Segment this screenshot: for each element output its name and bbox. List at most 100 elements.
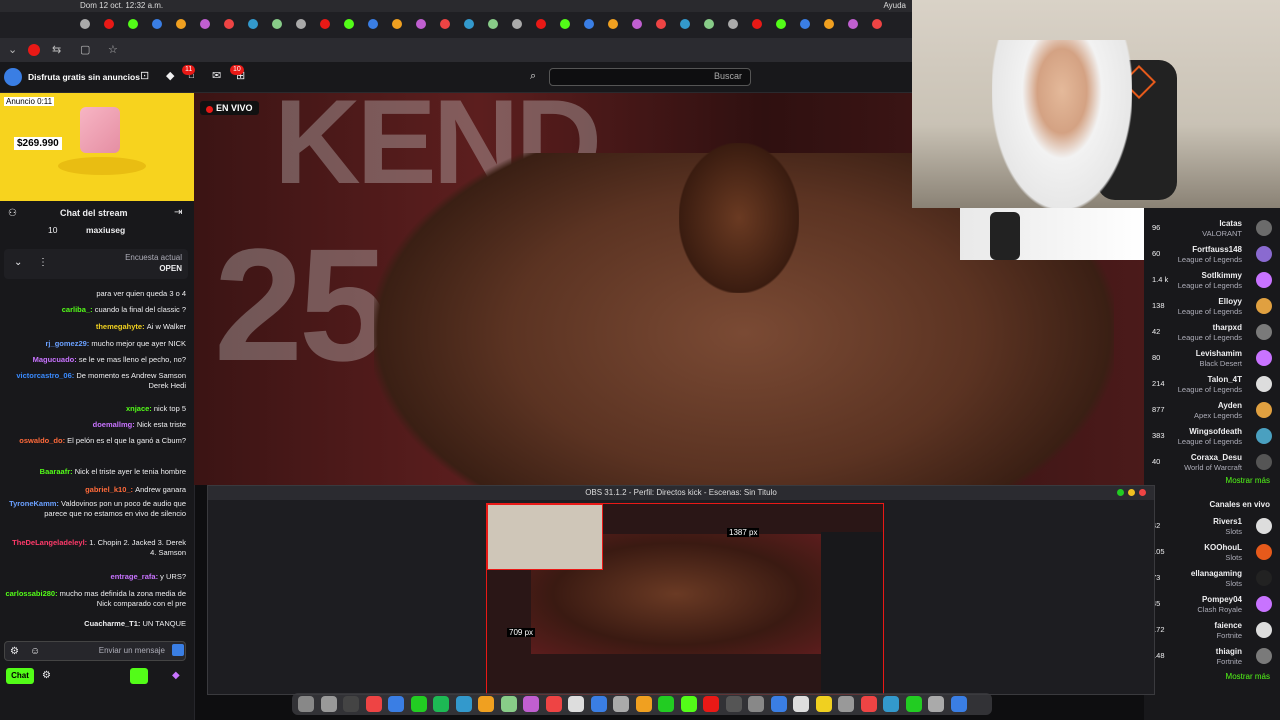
browser-tab[interactable] <box>392 19 402 29</box>
channel-item[interactable]: 60 Fortfauss148 League of Legends <box>1144 242 1280 268</box>
browser-tab[interactable] <box>728 19 738 29</box>
chat-username[interactable]: oswaldo_do: <box>19 436 67 445</box>
chat-username[interactable]: themegahyte: <box>96 322 147 331</box>
chat-username[interactable]: entrage_rafa: <box>111 572 161 581</box>
obs-title[interactable]: OBS 31.1.2 - Perfil: Directos kick - Esc… <box>208 486 1154 500</box>
more-icon[interactable]: ⋮ <box>38 257 48 268</box>
dock-app-icon[interactable] <box>298 696 314 712</box>
channel-item[interactable]: 105 KOOhouL Slots <box>1144 540 1280 566</box>
dock-app-icon[interactable] <box>613 696 629 712</box>
obs-webcam-source[interactable] <box>487 504 603 570</box>
channel-item[interactable]: 877 Ayden Apex Legends <box>1144 398 1280 424</box>
chevron-down-icon[interactable]: ⌄ <box>14 257 22 268</box>
emote-icon[interactable]: ☺ <box>30 646 40 657</box>
channel-item[interactable]: 138 Elloyy League of Legends <box>1144 294 1280 320</box>
dock-app-icon[interactable] <box>478 696 494 712</box>
settings-icon[interactable]: ⚙ <box>10 646 19 657</box>
search-input[interactable]: Buscar <box>549 68 751 86</box>
browser-tab[interactable] <box>176 19 186 29</box>
browser-tab[interactable] <box>656 19 666 29</box>
ad-banner[interactable]: Anuncio 0:11 $269.990 <box>0 93 194 201</box>
channel-item[interactable]: 40 Coraxa_Desu World of Warcraft <box>1144 450 1280 476</box>
search-icon[interactable]: ⌕ <box>530 70 546 86</box>
browser-tab[interactable] <box>416 19 426 29</box>
dock-app-icon[interactable] <box>793 696 809 712</box>
ad-free-promo[interactable]: Disfruta gratis sin anuncios <box>28 69 140 85</box>
channel-item[interactable]: 96 lcatas VALORANT <box>1144 216 1280 242</box>
chat-username[interactable]: carliba_: <box>62 305 95 314</box>
browser-tab[interactable] <box>104 19 114 29</box>
browser-tab[interactable] <box>368 19 378 29</box>
chat-username[interactable]: doemallmg: <box>93 420 137 429</box>
dock-app-icon[interactable] <box>725 696 742 712</box>
dock-app-icon[interactable] <box>365 696 382 712</box>
browser-tab[interactable] <box>608 19 618 29</box>
dock-app-icon[interactable] <box>568 696 584 712</box>
ad-icon[interactable]: ⊡ <box>140 69 149 82</box>
channel-item[interactable]: 214 Talon_4T League of Legends <box>1144 372 1280 398</box>
browser-tab[interactable] <box>272 19 282 29</box>
channel-item[interactable]: 73 ellanagaming Slots <box>1144 566 1280 592</box>
show-more-link[interactable]: Mostrar más <box>1226 476 1270 485</box>
dock-app-icon[interactable] <box>320 696 337 712</box>
dock-app-icon[interactable] <box>590 696 607 712</box>
poll-card[interactable]: ⌄ ⋮ Encuesta actual OPEN <box>4 249 188 279</box>
channel-item[interactable]: 42 tharpxd League of Legends <box>1144 320 1280 346</box>
dock-app-icon[interactable] <box>658 696 674 712</box>
browser-tab[interactable] <box>632 19 642 29</box>
dock-app-icon[interactable] <box>950 696 967 712</box>
chat-username[interactable]: TyroneKamm: <box>9 499 61 508</box>
browser-tab[interactable] <box>344 19 354 29</box>
dock-app-icon[interactable] <box>545 696 562 712</box>
close-button[interactable] <box>1139 489 1146 496</box>
browser-tab[interactable] <box>488 19 498 29</box>
browser-tab[interactable] <box>584 19 594 29</box>
inbox-icon[interactable]: ✉ <box>212 69 221 82</box>
profile-icon[interactable] <box>28 44 40 56</box>
browser-tab[interactable] <box>224 19 234 29</box>
browser-tab[interactable] <box>560 19 570 29</box>
show-more-live-link[interactable]: Mostrar más <box>1226 672 1270 681</box>
browser-tab[interactable] <box>752 19 762 29</box>
dock-app-icon[interactable] <box>388 696 404 712</box>
dock-app-icon[interactable] <box>523 696 539 712</box>
chat-username[interactable]: carlossabi280: <box>5 589 59 598</box>
browser-tab[interactable] <box>128 19 138 29</box>
dock-app-icon[interactable] <box>410 696 427 712</box>
channel-item[interactable]: 172 faience Fortnite <box>1144 618 1280 644</box>
diamond-icon[interactable]: ◆ <box>166 69 174 82</box>
dock-app-icon[interactable] <box>770 696 787 712</box>
menu-help[interactable]: Ayuda <box>883 1 906 10</box>
zoom-button[interactable] <box>1117 489 1124 496</box>
browser-tab[interactable] <box>512 19 522 29</box>
obs-chat-source[interactable] <box>821 532 883 694</box>
points-icon[interactable]: ◆ <box>172 670 180 681</box>
dock-app-icon[interactable] <box>838 696 854 712</box>
chat-username[interactable]: Magucuado: <box>33 355 79 364</box>
chat-username[interactable]: xnjace: <box>126 404 154 413</box>
browser-tab[interactable] <box>704 19 714 29</box>
chat-username[interactable]: Cuacharme_T1: <box>84 619 142 628</box>
channel-item[interactable]: 80 Levishamim Black Desert <box>1144 346 1280 372</box>
browser-tab[interactable] <box>80 19 90 29</box>
dock-app-icon[interactable] <box>815 696 832 712</box>
send-chat-button[interactable]: Chat <box>6 668 34 684</box>
dock-app-icon[interactable] <box>433 696 449 712</box>
browser-tab[interactable] <box>440 19 450 29</box>
chat-username[interactable]: victorcastro_06: <box>16 371 76 380</box>
gear-icon[interactable]: ⚙ <box>42 670 51 681</box>
dock-app-icon[interactable] <box>883 696 899 712</box>
chat-username[interactable]: rj_gomez29: <box>46 339 92 348</box>
dock-app-icon[interactable] <box>928 696 944 712</box>
browser-tab[interactable] <box>680 19 690 29</box>
dock-app-icon[interactable] <box>343 696 359 712</box>
browser-tab[interactable] <box>200 19 210 29</box>
chat-username[interactable]: TheDeLangeladeleyl: <box>12 538 89 547</box>
dock-app-icon[interactable] <box>680 696 697 712</box>
browser-tab[interactable] <box>872 19 882 29</box>
collapse-chat-icon[interactable]: ⇥ <box>174 207 182 218</box>
channel-item[interactable]: 1.4 k Sotlkimmy League of Legends <box>1144 268 1280 294</box>
star-icon[interactable]: ☆ <box>108 43 118 56</box>
dock-app-icon[interactable] <box>860 696 877 712</box>
users-icon[interactable]: ⚇ <box>8 208 17 219</box>
